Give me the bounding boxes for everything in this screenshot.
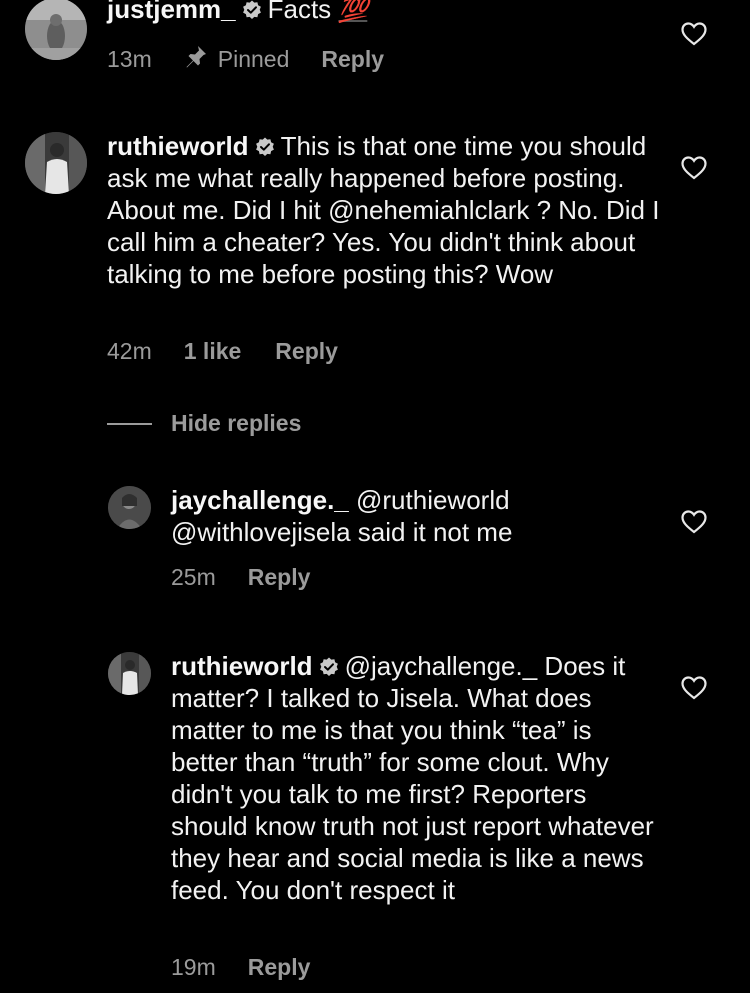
heart-icon[interactable] bbox=[681, 510, 707, 534]
avatar-ruthieworld[interactable] bbox=[108, 652, 151, 695]
comment-body: Facts bbox=[267, 0, 332, 24]
verified-badge-icon bbox=[242, 0, 262, 20]
pinned-indicator: Pinned bbox=[184, 44, 290, 74]
hide-replies-button[interactable]: Hide replies bbox=[107, 410, 301, 437]
comment-time: 42m bbox=[107, 338, 152, 364]
comment-meta: 42m 1 like Reply bbox=[107, 338, 338, 365]
reply-time: 25m bbox=[171, 564, 216, 590]
reply-button[interactable]: Reply bbox=[248, 954, 311, 981]
likes-count[interactable]: 1 like bbox=[184, 338, 242, 365]
hide-replies-divider bbox=[107, 422, 152, 425]
pin-icon bbox=[184, 44, 218, 74]
comment-text: justjemm_ Facts 💯 bbox=[107, 0, 667, 27]
heart-icon[interactable] bbox=[681, 156, 707, 180]
comment-time: 13m bbox=[107, 45, 152, 72]
heart-icon[interactable] bbox=[681, 676, 707, 700]
pinned-label: Pinned bbox=[217, 45, 290, 72]
reply-button[interactable]: Reply bbox=[275, 338, 338, 365]
verified-badge-icon bbox=[255, 137, 275, 157]
verified-badge-icon bbox=[319, 657, 339, 677]
comment-text: ruthieworld This is that one time you sho… bbox=[107, 130, 662, 290]
reply-time: 19m bbox=[171, 954, 216, 980]
reply-meta: 25m Reply bbox=[171, 564, 310, 591]
reply-text: jaychallenge._ @ruthieworld @withlovejis… bbox=[171, 484, 666, 548]
reply-body: @jaychallenge._ Does it matter? I talked… bbox=[171, 651, 654, 905]
avatar-ruthieworld[interactable] bbox=[25, 132, 87, 194]
reply-meta: 19m Reply bbox=[171, 954, 310, 981]
reply-username[interactable]: jaychallenge._ bbox=[171, 485, 349, 515]
heart-icon[interactable] bbox=[681, 22, 707, 46]
comment-username[interactable]: ruthieworld bbox=[107, 131, 249, 161]
comment-username[interactable]: justjemm_ bbox=[107, 0, 236, 24]
reply-username[interactable]: ruthieworld bbox=[171, 651, 313, 681]
reply-text: ruthieworld @jaychallenge._ Does it matte… bbox=[171, 650, 661, 906]
reply-button[interactable]: Reply bbox=[248, 564, 311, 591]
avatar-jaychallenge[interactable] bbox=[108, 486, 151, 529]
avatar-justjemm[interactable] bbox=[25, 0, 87, 60]
comment-meta: 13m Pinned Reply bbox=[107, 44, 384, 74]
hide-replies-label: Hide replies bbox=[171, 410, 302, 436]
hundred-points-emoji: 💯 bbox=[338, 0, 368, 24]
reply-button[interactable]: Reply bbox=[321, 46, 384, 73]
